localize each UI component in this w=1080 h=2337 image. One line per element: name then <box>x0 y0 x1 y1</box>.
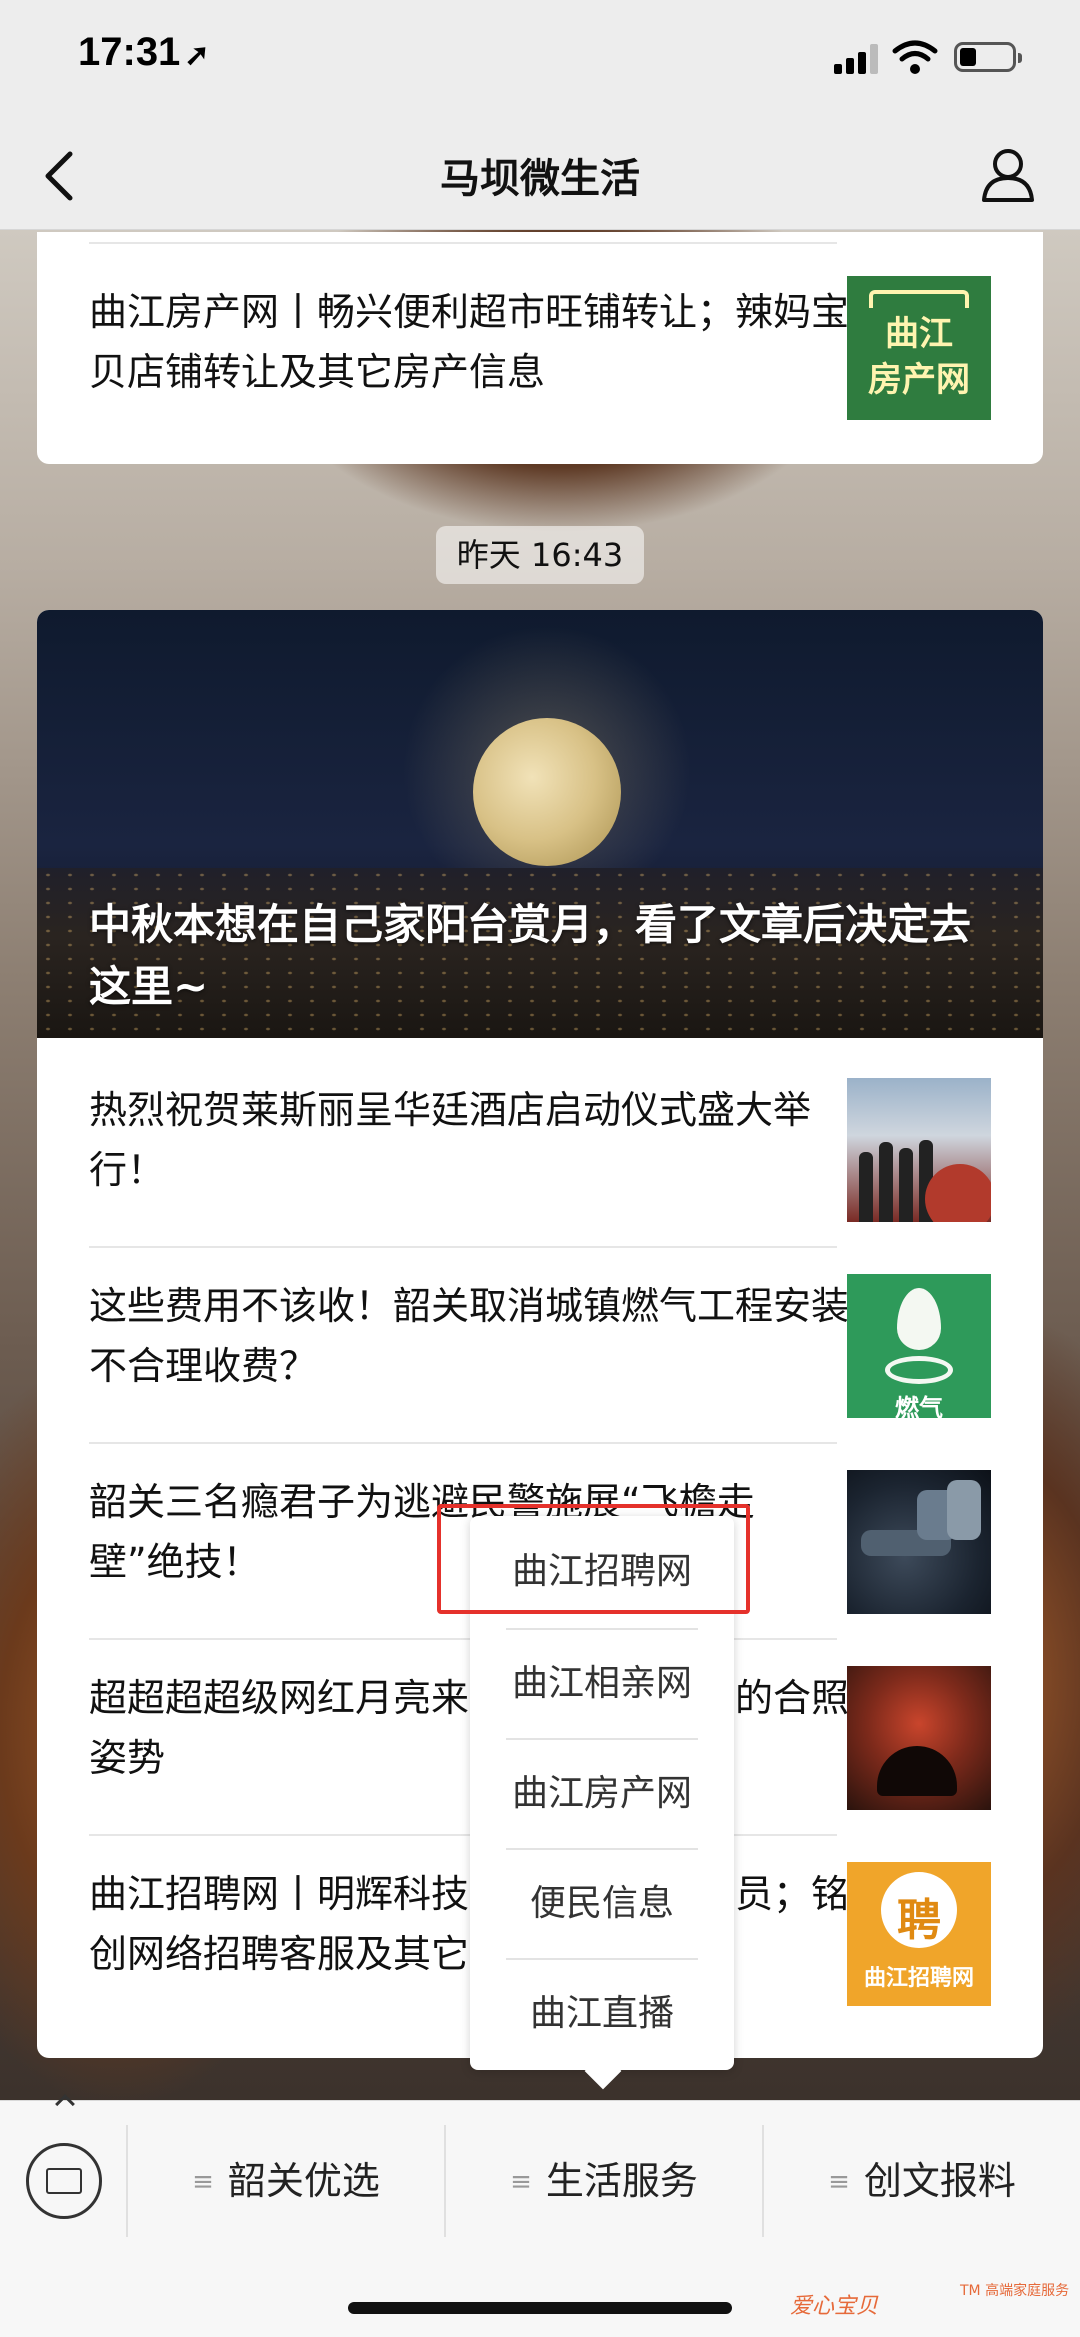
article-row[interactable]: 热烈祝贺莱斯丽呈华廷酒店启动仪式盛大举行！ <box>37 1038 1043 1234</box>
menu-item-report[interactable]: ≡ 创文报料 <box>764 2101 1080 2261</box>
popup-item-dating[interactable]: 曲江相亲网 <box>470 1628 734 1740</box>
popup-item-live[interactable]: 曲江直播 <box>470 1958 734 2070</box>
menu-item-label: 生活服务 <box>545 2159 698 2203</box>
page-title: 马坝微生活 <box>440 156 640 202</box>
article-row[interactable]: 这些费用不该收！韶关取消城镇燃气工程安装不合理收费？ 燃气 <box>37 1234 1043 1430</box>
menu-lines-icon: ≡ <box>828 2167 850 2197</box>
popup-item-realestate[interactable]: 曲江房产网 <box>470 1738 734 1850</box>
flame-icon <box>897 1288 941 1350</box>
menu-item-shaoguan[interactable]: ≡ 韶关优选 <box>128 2101 444 2261</box>
highlight-annotation <box>437 1504 750 1614</box>
article-card-top: 曲江房产网丨畅兴便利超市旺铺转让；辣妈宝贝店铺转让及其它房产信息 曲江 房产网 <box>37 232 1043 464</box>
status-time: 17:31 ➚ <box>78 30 209 75</box>
profile-icon[interactable] <box>978 144 1038 204</box>
menu-lines-icon: ≡ <box>510 2167 532 2197</box>
nav-bar: 马坝微生活 <box>0 120 1080 230</box>
menu-item-life-service[interactable]: ≡ 生活服务 <box>446 2101 762 2261</box>
house-thumbnail: 曲江 房产网 <box>847 276 991 420</box>
status-bar: 17:31 ➚ <box>0 0 1080 120</box>
thumb-text: 聘 <box>897 1895 941 1946</box>
hero-article[interactable]: 中秋本想在自己家阳台赏月，看了文章后决定去这里~ <box>37 610 1043 1038</box>
article-title: 超超超超级网红月亮来了，这才是正确的合照姿势 <box>89 1676 849 1780</box>
watermark-sub: TM 高端家庭服务 <box>960 2283 1070 2299</box>
event-photo-thumbnail <box>847 1078 991 1222</box>
article-title: 这些费用不该收！韶关取消城镇燃气工程安装不合理收费？ <box>89 1284 849 1388</box>
clock-text: 17:31 <box>78 30 181 74</box>
article-title: 曲江房产网丨畅兴便利超市旺铺转让；辣妈宝贝店铺转让及其它房产信息 <box>89 290 849 394</box>
hero-title: 中秋本想在自己家阳台赏月，看了文章后决定去这里~ <box>89 900 972 1011</box>
menu-lines-icon: ≡ <box>192 2167 214 2197</box>
thumb-text: 燃气 <box>895 1394 943 1418</box>
menu-item-label: 创文报料 <box>863 2159 1016 2203</box>
job-thumbnail: 聘 曲江招聘网 <box>847 1862 991 2006</box>
wifi-icon <box>892 40 938 74</box>
thumb-text: 房产网 <box>868 360 970 400</box>
article-title: 热烈祝贺莱斯丽呈华廷酒店启动仪式盛大举行！ <box>89 1088 812 1192</box>
keyboard-icon[interactable] <box>26 2143 102 2219</box>
night-photo-thumbnail <box>847 1470 991 1614</box>
location-arrow-icon: ➚ <box>184 39 210 72</box>
thumb-text: 曲江 <box>885 314 953 354</box>
article-title: 曲江招聘网丨明辉科技招聘业务员和文员；铭创网络招聘客服及其它服务 <box>89 1872 849 1976</box>
menu-item-label: 韶关优选 <box>227 2159 380 2203</box>
time-badge: 昨天 16:43 <box>436 526 644 584</box>
moon-photo-thumbnail <box>847 1666 991 1810</box>
thumb-text: 曲江招聘网 <box>863 1966 974 1991</box>
moon-image <box>473 718 621 866</box>
popup-item-info[interactable]: 便民信息 <box>470 1848 734 1960</box>
watermark: 爱心宝贝 <box>790 2294 879 2319</box>
gas-thumbnail: 燃气 <box>847 1274 991 1418</box>
home-indicator <box>348 2302 732 2314</box>
article-row[interactable]: 曲江房产网丨畅兴便利超市旺铺转让；辣妈宝贝店铺转让及其它房产信息 曲江 房产网 <box>37 244 1043 454</box>
battery-icon <box>954 42 1022 72</box>
cellular-signal-icon <box>834 44 880 74</box>
